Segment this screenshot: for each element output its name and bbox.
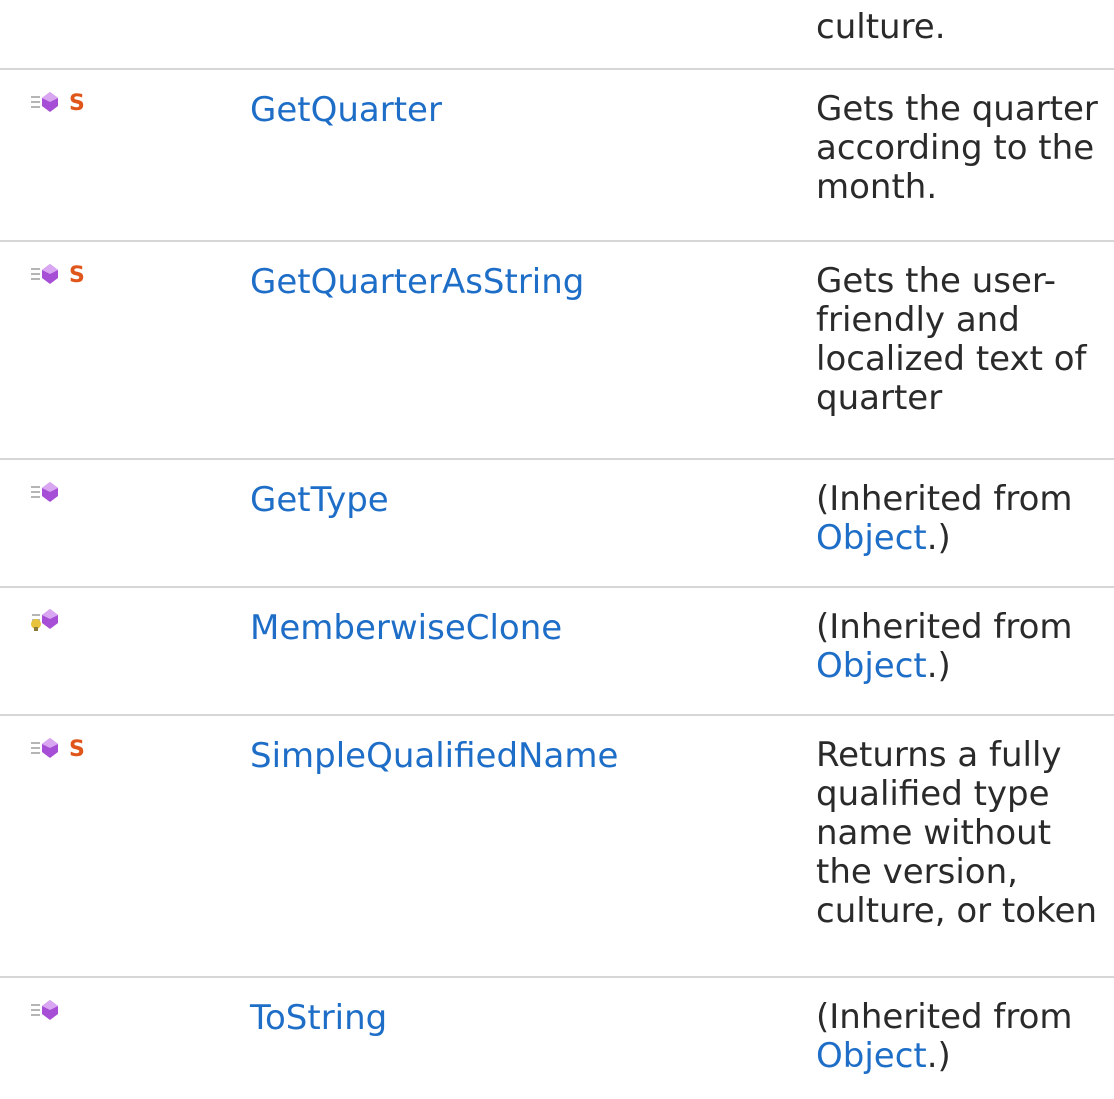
description-line: Gets the quarter [816, 89, 1098, 129]
member-description: (Inherited from Object.) [816, 608, 1106, 686]
description-line: Returns a fully [816, 735, 1062, 775]
svg-text:S: S [69, 91, 85, 113]
table-row: culture. [0, 0, 1114, 70]
member-description: Returns a fully qualified type name with… [816, 736, 1106, 931]
inherited-line: Object.) [816, 1037, 1106, 1076]
static-icon: S [69, 737, 85, 759]
table-row: ToString (Inherited from Object.) [0, 978, 1114, 1099]
member-icons: S [30, 262, 90, 286]
public-method-icon [31, 1000, 58, 1020]
svg-text:S: S [69, 737, 85, 759]
member-name-cell: MemberwiseClone [250, 608, 562, 648]
member-name-cell: SimpleQualifiedName [250, 736, 618, 776]
member-description: Gets the user- friendly and localized te… [816, 262, 1106, 418]
member-icons [30, 480, 60, 504]
member-icons [30, 608, 60, 632]
member-link-getquarterasstring[interactable]: GetQuarterAsString [250, 262, 584, 302]
public-method-icon [31, 482, 58, 502]
inherited-suffix: .) [926, 1036, 951, 1076]
member-link-gettype[interactable]: GetType [250, 480, 389, 520]
inherited-text: (Inherited from [816, 997, 1073, 1037]
svg-text:S: S [69, 263, 85, 285]
static-icon: S [69, 263, 85, 285]
member-name-cell: GetQuarter [250, 90, 442, 130]
inherited-line: Object.) [816, 519, 1106, 558]
description-fragment: culture. [816, 7, 946, 47]
object-link[interactable]: Object [816, 646, 927, 686]
member-description: Gets the quarter according to the month. [816, 90, 1106, 207]
description-line: name without [816, 813, 1052, 853]
member-description: (Inherited from Object.) [816, 998, 1106, 1076]
inherited-text: (Inherited from [816, 607, 1073, 647]
public-method-icon [31, 738, 58, 758]
inherited-suffix: .) [926, 646, 951, 686]
table-row: GetType (Inherited from Object.) [0, 460, 1114, 588]
inherited-suffix: .) [926, 518, 951, 558]
member-icons: S [30, 736, 90, 760]
table-row: S GetQuarterAsString Gets the user- frie… [0, 242, 1114, 460]
object-link[interactable]: Object [816, 518, 927, 558]
inherited-text: (Inherited from [816, 479, 1073, 519]
object-link[interactable]: Object [816, 1036, 927, 1076]
member-name-cell: GetQuarterAsString [250, 262, 584, 302]
static-icon: S [69, 91, 85, 113]
description-line: friendly and [816, 300, 1020, 340]
member-icons: S [30, 90, 90, 114]
table-row: MemberwiseClone (Inherited from Object.) [0, 588, 1114, 716]
member-link-simplequalifiedname[interactable]: SimpleQualifiedName [250, 736, 618, 776]
description-line: according to the [816, 128, 1095, 168]
inherited-line: Object.) [816, 647, 1106, 686]
protected-method-icon [31, 609, 58, 631]
member-link-tostring[interactable]: ToString [250, 998, 387, 1038]
public-method-icon [31, 264, 58, 284]
methods-table: culture. S GetQuarter Gets the quarter a… [0, 0, 1114, 1099]
description-line: Gets the user- [816, 261, 1056, 301]
member-link-getquarter[interactable]: GetQuarter [250, 90, 442, 130]
member-icons [30, 998, 60, 1022]
description-line: localized text of [816, 339, 1087, 379]
member-name-cell: ToString [250, 998, 387, 1038]
member-description: (Inherited from Object.) [816, 480, 1106, 558]
member-link-memberwiseclone[interactable]: MemberwiseClone [250, 608, 562, 648]
description-line: quarter [816, 378, 943, 418]
description-line: the version, [816, 852, 1018, 892]
description-line: month. [816, 167, 938, 207]
description-line: qualified type [816, 774, 1050, 814]
description-line: culture, or token [816, 891, 1097, 931]
table-row: S GetQuarter Gets the quarter according … [0, 70, 1114, 242]
public-method-icon [31, 92, 58, 112]
member-name-cell: GetType [250, 480, 389, 520]
table-row: S SimpleQualifiedName Returns a fully qu… [0, 716, 1114, 978]
